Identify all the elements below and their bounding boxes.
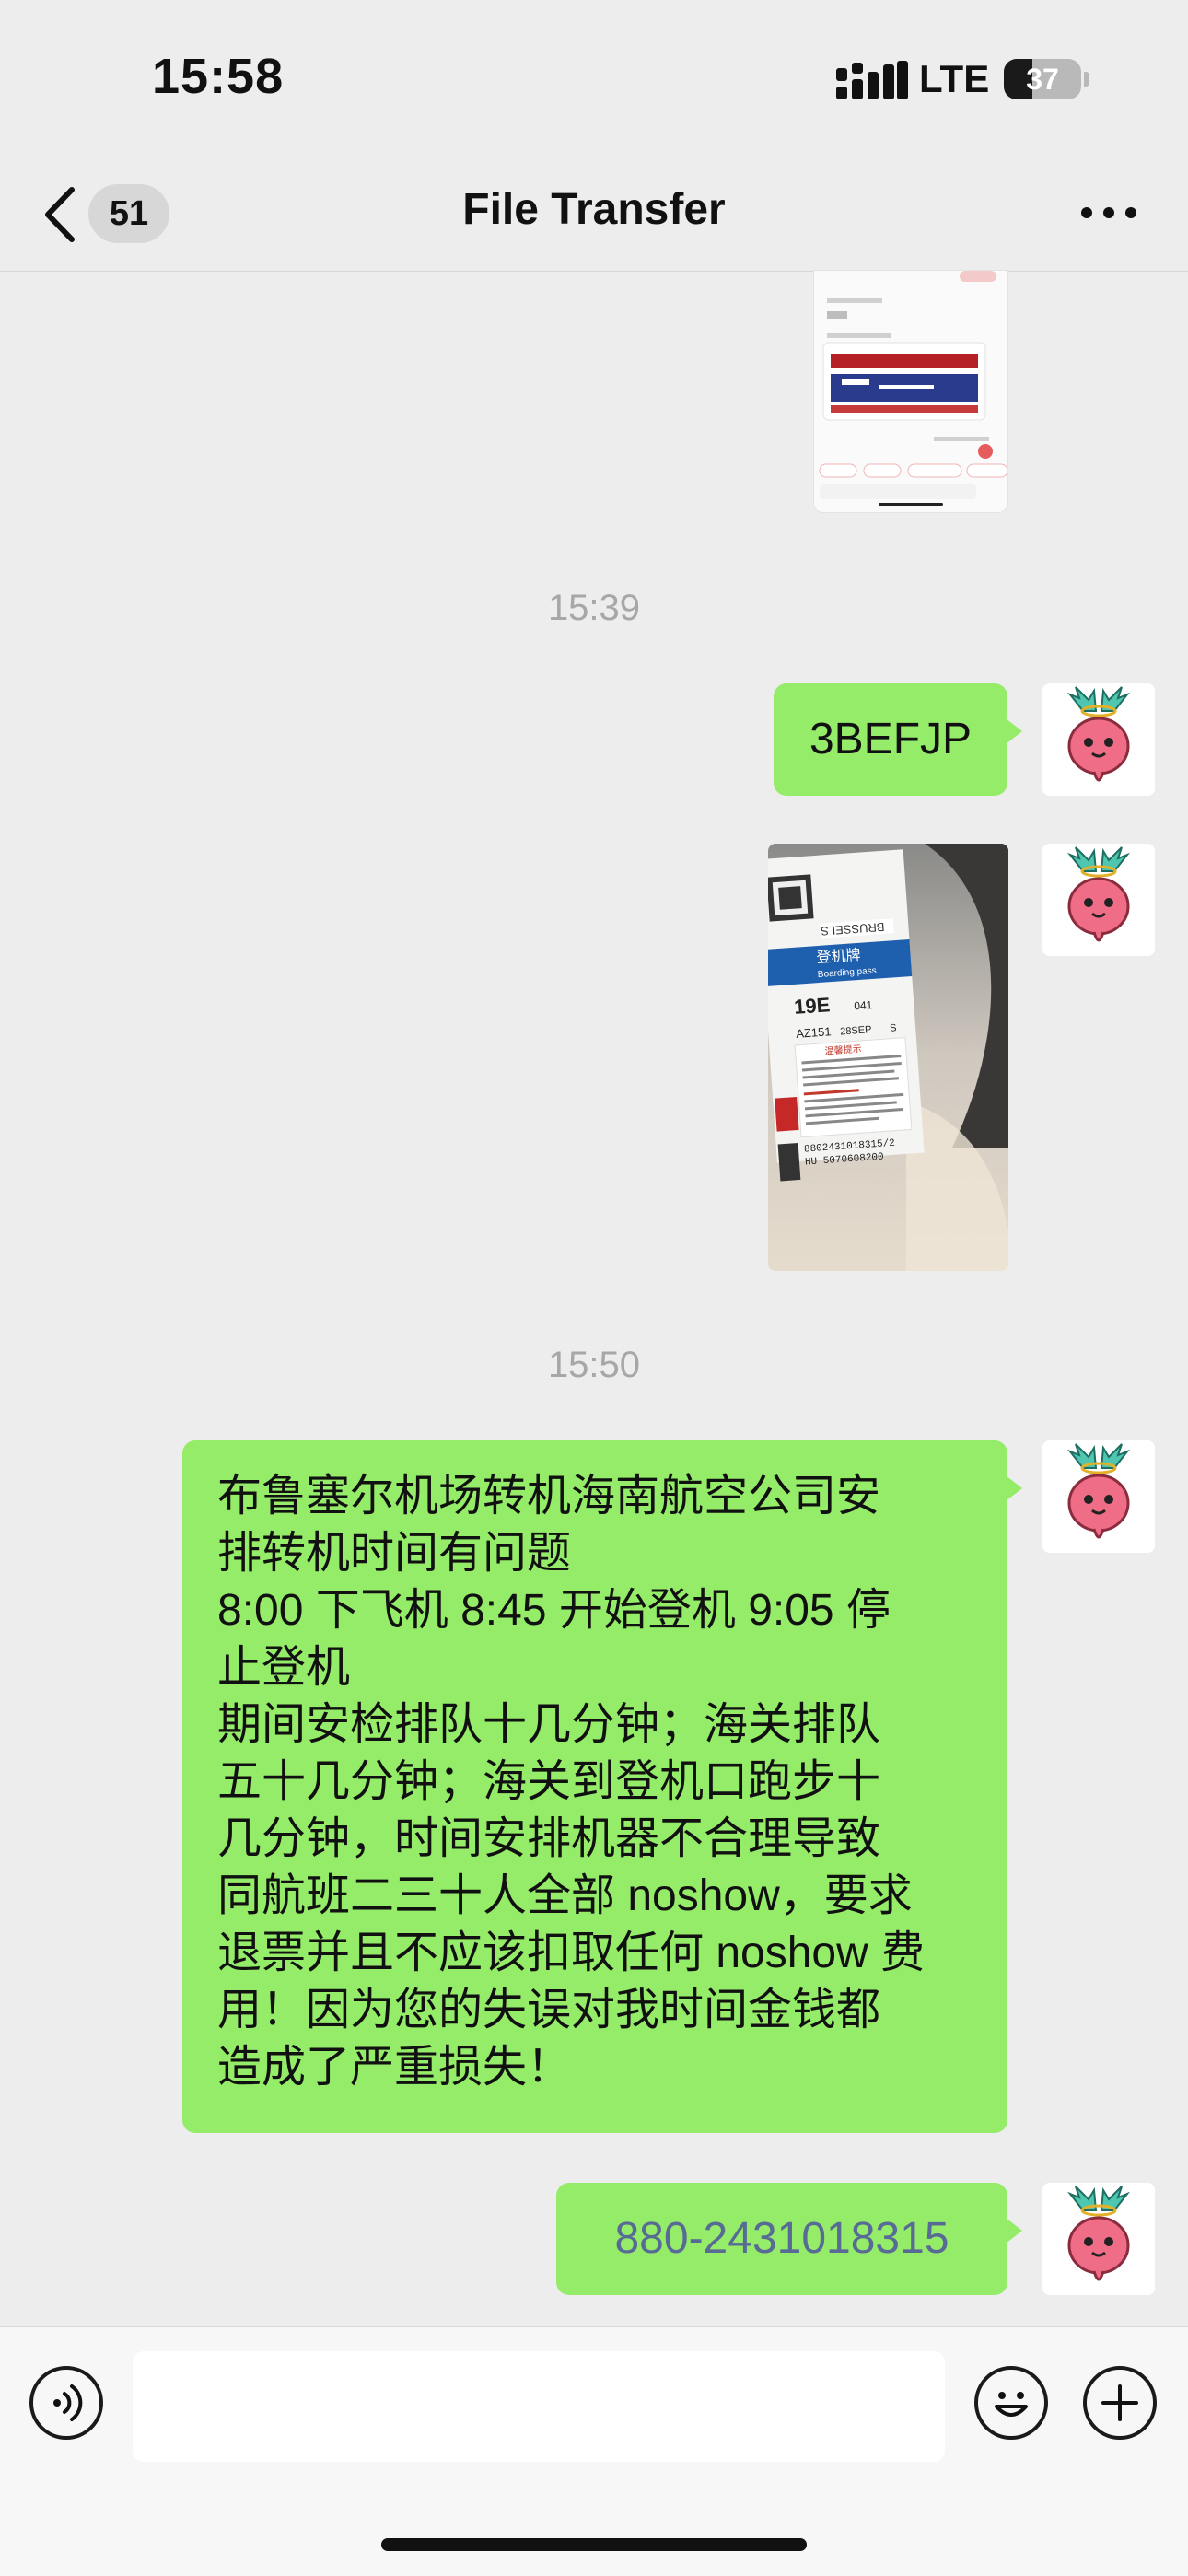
screenshot-thumbnail-graphic — [814, 271, 1007, 512]
photo-header-cn: 登机牌 — [816, 946, 861, 966]
plus-button[interactable] — [1083, 2366, 1157, 2440]
voice-button[interactable] — [29, 2366, 103, 2440]
voice-icon — [53, 2384, 83, 2421]
message-text: 3BEFJP — [809, 715, 973, 763]
screenshot-image-message[interactable] — [814, 271, 1007, 512]
battery-level: 37 — [1026, 63, 1059, 96]
message-timestamp: 15:50 — [547, 1345, 641, 1385]
chat-title: File Transfer — [462, 185, 726, 234]
nav-bar: 51 File Transfer — [0, 157, 1188, 272]
avatar[interactable] — [1042, 844, 1155, 956]
network-type: LTE — [919, 57, 990, 100]
photo-class: S — [890, 1022, 897, 1033]
boarding-pass-photo[interactable]: BRUSSELS 登机牌 Boarding pass 19E 041 AZ151… — [768, 844, 1008, 1271]
radish-avatar-icon — [1042, 1440, 1155, 1553]
radish-avatar-icon — [1042, 683, 1155, 796]
battery-icon: 37 — [1004, 59, 1081, 99]
more-dots-icon[interactable] — [1079, 190, 1138, 236]
message-bubble-code[interactable]: 3BEFJP — [774, 683, 1022, 796]
status-bar: 15:58 LTE 37 — [0, 0, 1188, 157]
photo-date: 28SEP — [840, 1024, 872, 1037]
home-indicator[interactable] — [381, 2538, 807, 2551]
avatar[interactable] — [1042, 2183, 1155, 2295]
emoji-button[interactable] — [974, 2366, 1048, 2440]
message-bubble-complaint[interactable]: 布鲁塞尔机场转机海南航空公司安 排转机时间有问题 8:00 下飞机 8:45 开… — [182, 1440, 1022, 2133]
status-time: 15:58 — [152, 49, 285, 104]
avatar[interactable] — [1042, 683, 1155, 796]
phone-number-link[interactable]: 880-2431018315 — [614, 2214, 949, 2263]
radish-avatar-icon — [1042, 2183, 1155, 2295]
signal-strength-icon — [836, 61, 908, 99]
message-timestamp: 15:39 — [547, 588, 641, 628]
photo-seat: 19E — [793, 993, 831, 1019]
radish-avatar-icon — [1042, 844, 1155, 956]
message-text-input[interactable] — [133, 2351, 945, 2462]
plus-icon — [1101, 2384, 1138, 2421]
photo-seq: 041 — [854, 998, 873, 1012]
emoji-icon — [995, 2392, 1028, 2417]
message-bubble-ticket-number[interactable]: 880-2431018315 — [556, 2183, 1022, 2295]
photo-flight: AZ151 — [796, 1024, 832, 1041]
avatar[interactable] — [1042, 1440, 1155, 1553]
battery-cap — [1084, 72, 1089, 87]
boarding-pass-image: BRUSSELS 登机牌 Boarding pass 19E 041 AZ151… — [768, 844, 1008, 1271]
